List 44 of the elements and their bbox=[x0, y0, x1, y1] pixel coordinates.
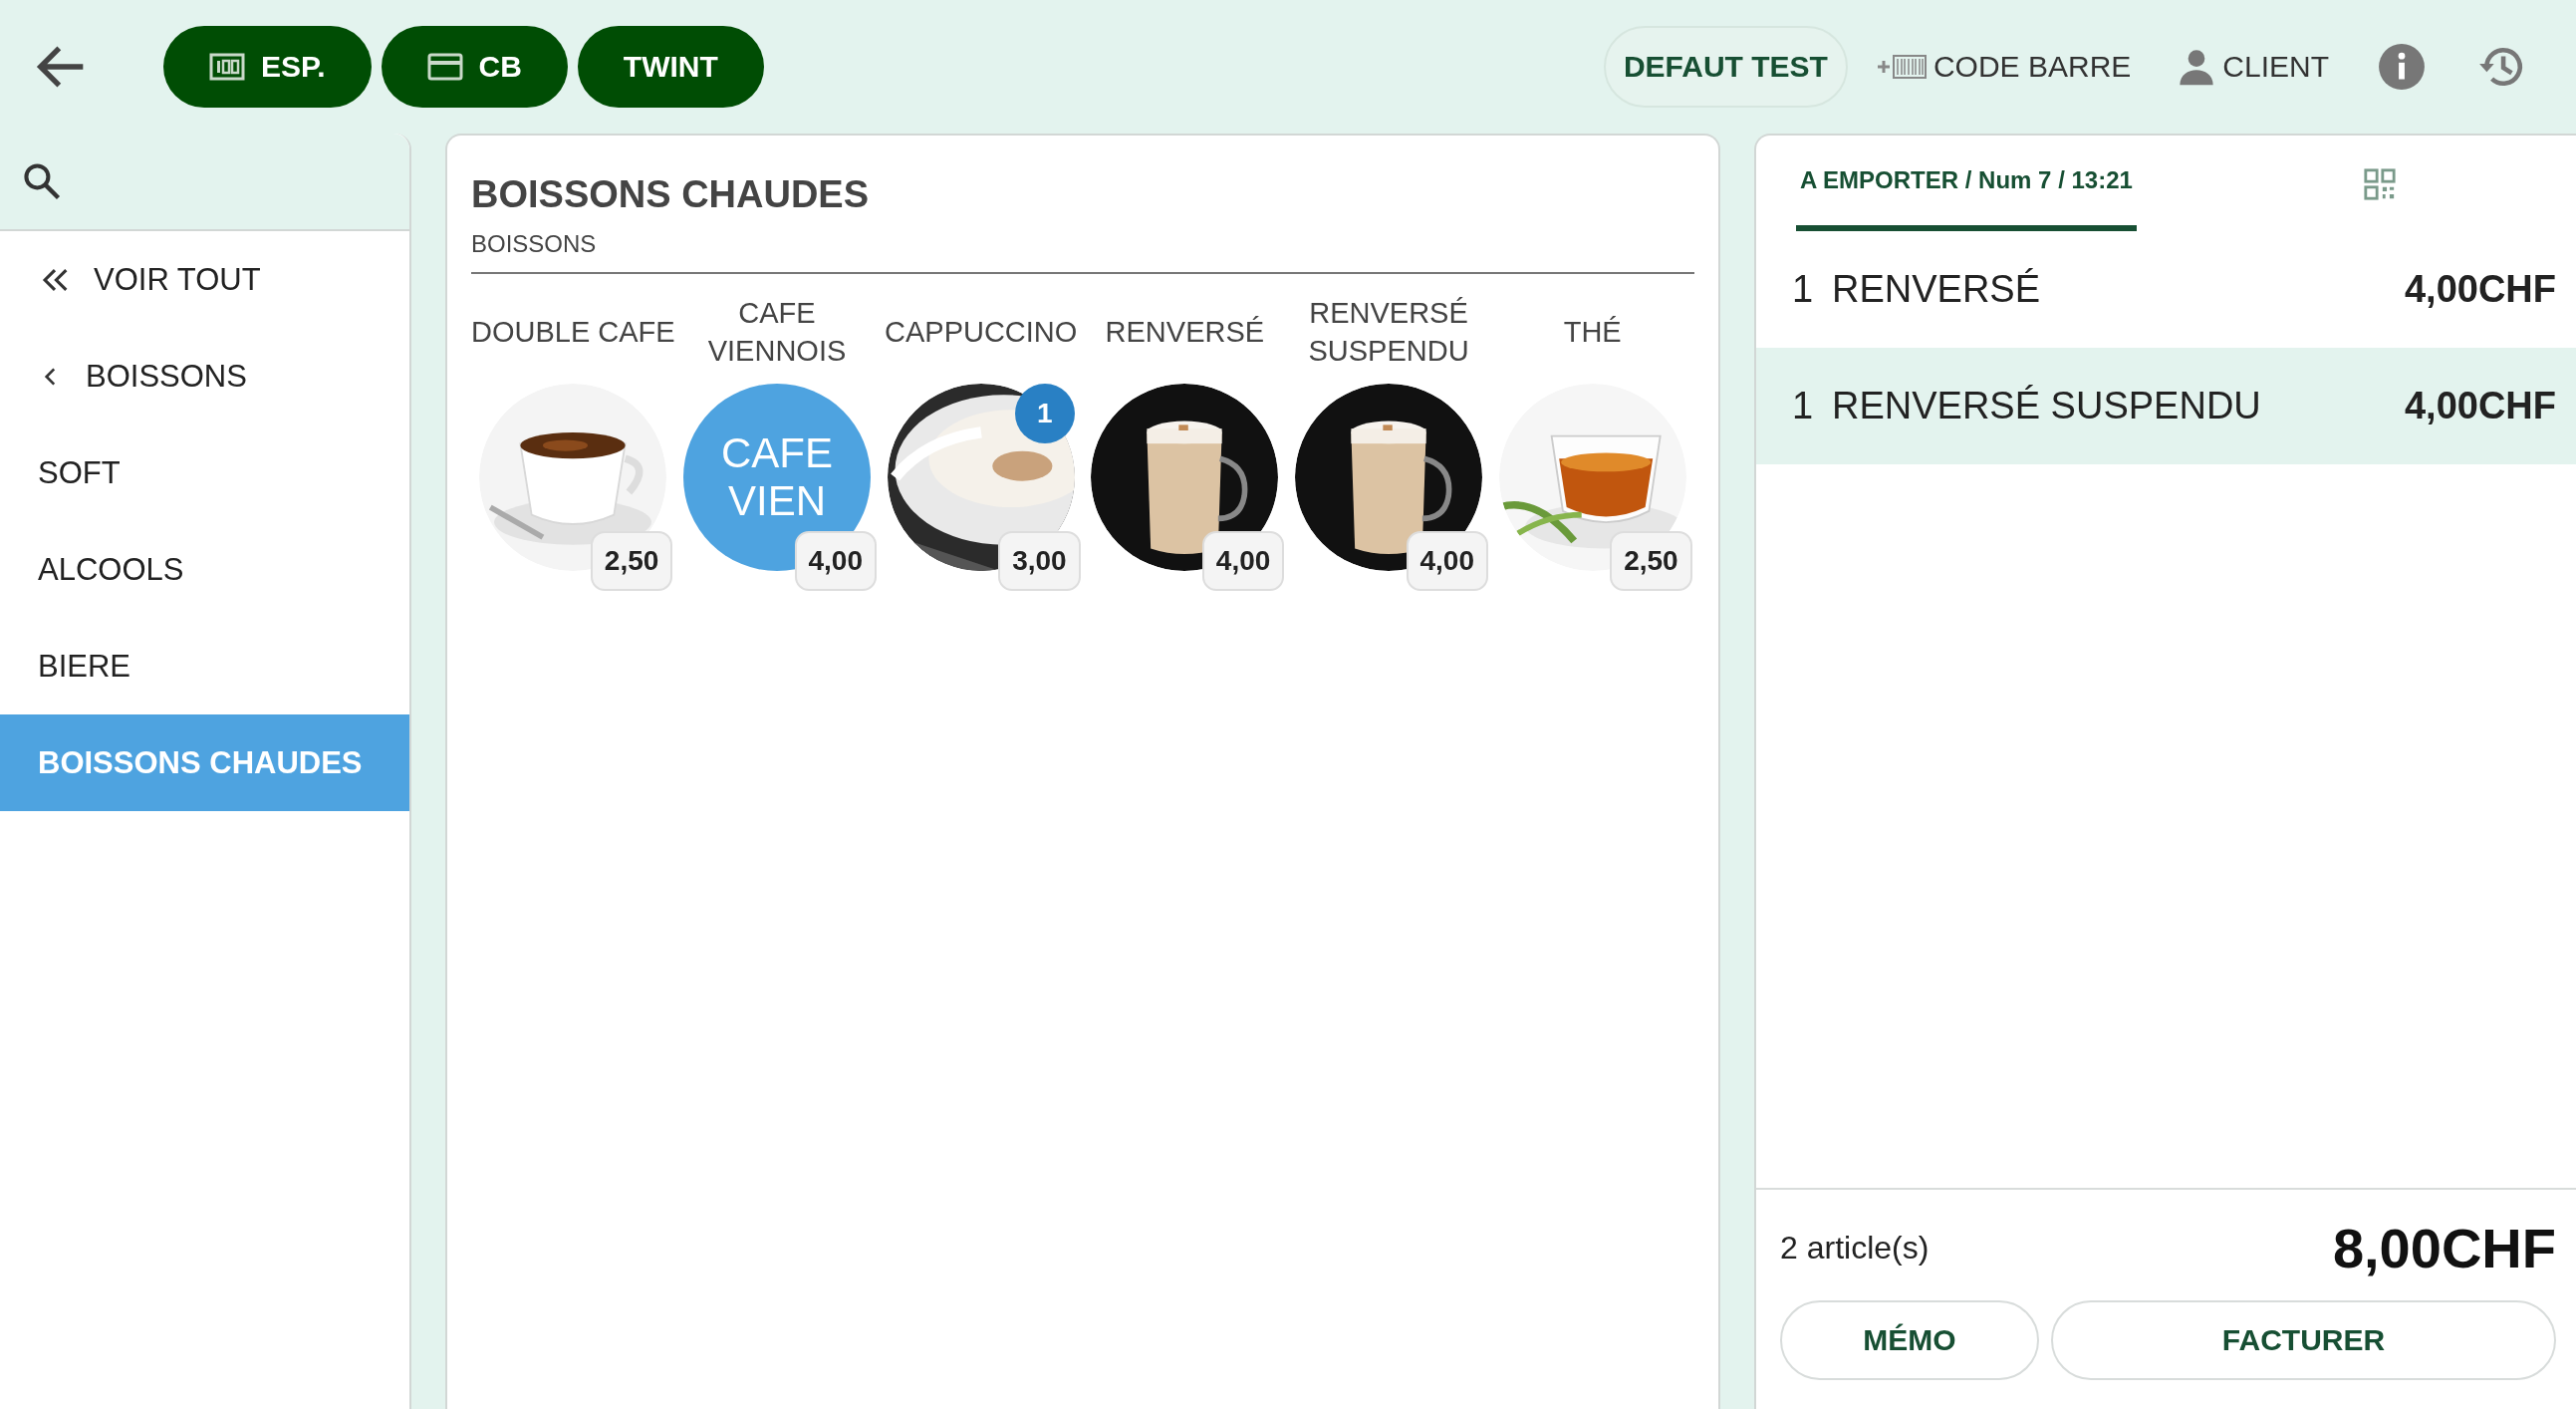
product-name: RENVERSÉ bbox=[1105, 315, 1265, 350]
banknote-icon bbox=[209, 53, 245, 81]
line-amount: 4,00CHF bbox=[2404, 385, 2556, 427]
product-name: RENVERSÉ SUSPENDU bbox=[1307, 296, 1470, 369]
price-badge: 4,00 bbox=[1201, 531, 1285, 591]
info-icon[interactable] bbox=[2377, 42, 2427, 92]
client-button[interactable]: CLIENT bbox=[2159, 47, 2347, 87]
product-name: THÉ bbox=[1563, 315, 1622, 350]
line-quantity: 1 bbox=[1792, 385, 1815, 427]
line-amount: 4,00CHF bbox=[2404, 268, 2556, 311]
credit-card-icon bbox=[426, 53, 463, 81]
category-title: BOISSONS CHAUDES bbox=[471, 173, 871, 216]
payment-button[interactable]: CB bbox=[381, 26, 568, 108]
barcode-button[interactable]: CODE BARRE bbox=[1857, 50, 2150, 84]
category-item[interactable]: ALCOOLS bbox=[0, 521, 409, 618]
price-badge: 4,00 bbox=[1406, 531, 1488, 591]
search-field[interactable] bbox=[0, 134, 409, 231]
price-badge: 2,50 bbox=[590, 531, 673, 591]
product-name: DOUBLE CAFE bbox=[471, 315, 675, 350]
payment-button[interactable]: ESP. bbox=[163, 26, 372, 108]
payment-button[interactable]: TWINT bbox=[577, 26, 764, 108]
line-name: RENVERSÉ SUSPENDU bbox=[1832, 385, 2262, 427]
order-line[interactable]: 1 RENVERSÉ 4,00CHF bbox=[1756, 231, 2576, 348]
category-item[interactable]: BOISSONS bbox=[0, 328, 409, 424]
product-name: CAPPUCCINO bbox=[885, 315, 1078, 350]
price-badge: 4,00 bbox=[794, 531, 877, 591]
product-name: CAFE VIENNOIS bbox=[706, 296, 848, 369]
profile-button[interactable]: DEFAUT TEST bbox=[1603, 26, 1848, 108]
category-item[interactable]: SOFT bbox=[0, 424, 409, 521]
category-subtitle: BOISSONS bbox=[471, 230, 1694, 274]
line-name: RENVERSÉ bbox=[1832, 268, 2042, 311]
quantity-badge: 1 bbox=[1014, 384, 1075, 443]
category-item[interactable]: BIERE bbox=[0, 618, 409, 714]
barcode-icon bbox=[1875, 53, 1928, 81]
category-item[interactable]: VOIR TOUT bbox=[0, 231, 409, 328]
price-badge: 2,50 bbox=[1610, 531, 1692, 591]
item-count: 2 article(s) bbox=[1780, 1230, 1930, 1267]
action-button[interactable]: MÉMO bbox=[1780, 1300, 2039, 1380]
line-quantity: 1 bbox=[1792, 268, 1815, 311]
price-badge: 3,00 bbox=[998, 531, 1081, 591]
order-tab[interactable]: A EMPORTER / Num 7 / 13:21 bbox=[1796, 136, 2137, 231]
order-total: 8,00CHF bbox=[2332, 1216, 2556, 1280]
action-button[interactable]: FACTURER bbox=[2051, 1300, 2556, 1380]
qr-code-icon[interactable] bbox=[2363, 167, 2397, 201]
